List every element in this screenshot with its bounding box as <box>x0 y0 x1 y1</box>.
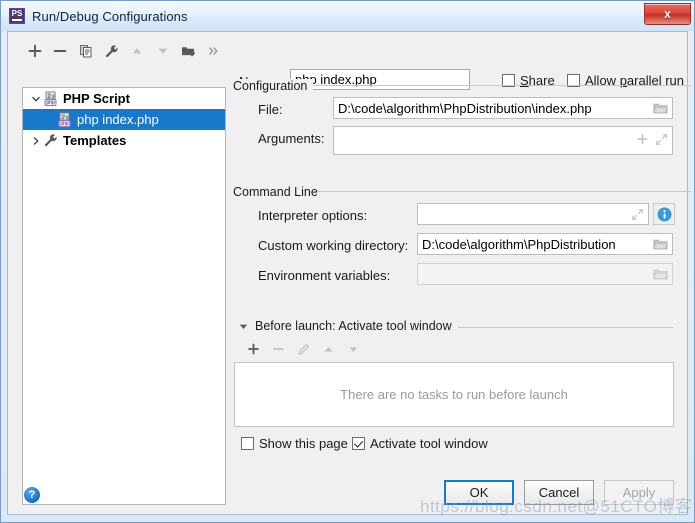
chevron-down-icon[interactable] <box>29 92 43 106</box>
php-file-icon: php <box>43 91 59 107</box>
wrench-icon[interactable] <box>99 39 125 63</box>
screenshot-root: PS Run/Debug Configurations x php index.… <box>0 0 695 523</box>
folder-open-icon <box>653 239 668 249</box>
edit-task-button <box>291 339 316 359</box>
phpstorm-icon-label: PS <box>11 9 23 18</box>
interpreter-options-input[interactable] <box>417 203 649 225</box>
configurations-toolbar <box>22 38 227 64</box>
chevron-double-right-icon[interactable] <box>201 39 227 63</box>
tree-node-label: Templates <box>63 133 127 148</box>
custom-working-directory-input[interactable]: D:\code\algorithm\PhpDistribution <box>417 233 673 255</box>
command-line-group-divider <box>317 191 691 192</box>
custom-working-directory-label: Custom working directory: <box>258 238 409 253</box>
file-input-value: D:\code\algorithm\PhpDistribution\index.… <box>338 100 592 116</box>
show-this-page-label: Show this page <box>259 436 348 451</box>
cancel-button[interactable]: Cancel <box>524 480 594 505</box>
arrow-down-icon <box>150 39 176 63</box>
file-input[interactable]: D:\code\algorithm\PhpDistribution\index.… <box>333 97 673 119</box>
name-input[interactable]: php index.php <box>290 69 470 90</box>
folder-open-icon <box>653 269 668 279</box>
title-bar: PS Run/Debug Configurations x <box>1 1 694 31</box>
arguments-expand-button[interactable] <box>655 133 668 149</box>
configurations-tree[interactable]: php PHP Script php php index.php Templat… <box>22 87 226 505</box>
arguments-label: Arguments: <box>258 131 325 146</box>
window-title: Run/Debug Configurations <box>32 8 188 24</box>
triangle-down-icon[interactable] <box>239 322 248 331</box>
before-launch-toolbar <box>241 339 366 359</box>
before-launch-header[interactable]: Before launch: Activate tool window <box>239 319 452 333</box>
wrench-icon <box>43 133 59 149</box>
command-line-group-title: Command Line <box>233 185 324 199</box>
tree-node-label: php index.php <box>77 112 159 127</box>
dialog-client-area: Name: php index.php Share Allow parallel… <box>7 31 691 515</box>
before-launch-tasks-list[interactable]: There are no tasks to run before launch <box>234 362 674 427</box>
remove-configuration-button[interactable] <box>48 39 74 63</box>
tree-indent-spacer-2 <box>43 113 57 127</box>
folder-open-icon <box>653 103 668 113</box>
arrow-up-icon <box>125 39 151 63</box>
dialog-window: PS Run/Debug Configurations x php index.… <box>0 0 695 523</box>
php-file-icon: php <box>57 112 73 128</box>
chevron-right-icon[interactable] <box>29 134 43 148</box>
environment-variables-browse-button[interactable] <box>653 268 668 281</box>
activate-tool-window-checkbox-box[interactable] <box>352 437 365 450</box>
add-task-button[interactable] <box>241 339 266 359</box>
file-browse-button[interactable] <box>653 102 668 115</box>
before-launch-divider <box>458 327 673 328</box>
ok-button-label: OK <box>469 485 489 500</box>
command-line-group-header: Command Line <box>233 183 691 201</box>
configuration-group-title: Configuration <box>233 79 314 93</box>
help-icon: ? <box>28 488 36 501</box>
activate-tool-window-checkbox[interactable]: Activate tool window <box>352 436 488 451</box>
svg-text:php: php <box>46 100 55 106</box>
custom-working-directory-browse-button[interactable] <box>653 238 668 251</box>
environment-variables-input[interactable] <box>417 263 673 285</box>
arguments-trailing-actions <box>636 133 668 149</box>
tree-node-php-script[interactable]: php PHP Script <box>23 88 225 109</box>
arguments-add-button[interactable] <box>636 133 649 149</box>
remove-task-button <box>266 339 291 359</box>
interpreter-options-label: Interpreter options: <box>258 208 368 223</box>
close-button[interactable]: x <box>644 3 691 25</box>
info-icon <box>657 207 671 221</box>
environment-variables-label: Environment variables: <box>258 268 391 283</box>
custom-working-directory-value: D:\code\algorithm\PhpDistribution <box>422 236 616 252</box>
show-this-page-checkbox-box[interactable] <box>241 437 254 450</box>
show-this-page-checkbox[interactable]: Show this page <box>241 436 348 451</box>
interpreter-options-expand-button[interactable] <box>631 208 644 221</box>
close-icon: x <box>664 7 671 21</box>
move-task-up-button <box>316 339 341 359</box>
ok-button[interactable]: OK <box>444 480 514 505</box>
svg-text:php: php <box>60 121 69 127</box>
phpstorm-icon: PS <box>9 8 25 24</box>
apply-button: Apply <box>604 480 674 505</box>
arguments-input[interactable] <box>333 126 673 155</box>
expand-diagonal-icon <box>632 208 643 220</box>
tree-node-templates[interactable]: Templates <box>23 130 225 151</box>
tree-node-label: PHP Script <box>63 91 130 106</box>
activate-tool-window-label: Activate tool window <box>370 436 488 451</box>
move-task-down-button <box>341 339 366 359</box>
before-launch-empty-text: There are no tasks to run before launch <box>340 387 568 402</box>
configuration-group-divider <box>313 85 691 86</box>
before-launch-title: Before launch: Activate tool window <box>255 319 452 333</box>
folder-add-icon[interactable] <box>176 39 202 63</box>
tree-node-php-index-php[interactable]: php php index.php <box>23 109 225 130</box>
apply-button-label: Apply <box>622 485 656 500</box>
add-configuration-button[interactable] <box>22 39 48 63</box>
copy-icon[interactable] <box>73 39 99 63</box>
file-label: File: <box>258 102 283 117</box>
help-button[interactable]: ? <box>24 487 40 503</box>
interpreter-options-info-button[interactable] <box>653 203 675 225</box>
configuration-group-header: Configuration <box>233 77 691 95</box>
cancel-button-label: Cancel <box>538 485 580 500</box>
